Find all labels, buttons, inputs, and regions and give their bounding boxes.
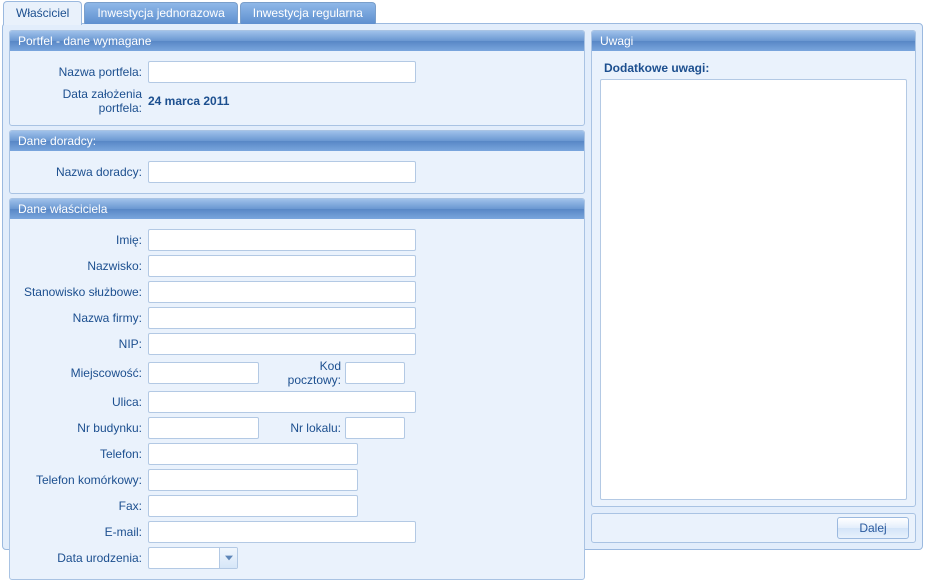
owner-apt-input[interactable]	[345, 417, 405, 439]
owner-phone-input[interactable]	[148, 443, 358, 465]
owner-birth-label: Data urodzenia:	[18, 551, 148, 565]
tab-strip: Właściciel Inwestycja jednorazowa Inwest…	[0, 0, 925, 24]
owner-position-label: Stanowisko służbowe:	[18, 285, 148, 299]
owner-mobile-input[interactable]	[148, 469, 358, 491]
owner-apt-label: Nr lokalu:	[259, 421, 345, 435]
owner-email-label: E-mail:	[18, 525, 148, 539]
fieldset-portfolio: Portfel - dane wymagane Nazwa portfela: …	[9, 30, 585, 126]
remarks-textarea[interactable]	[600, 79, 907, 500]
owner-company-input[interactable]	[148, 307, 416, 329]
tab-single-investment[interactable]: Inwestycja jednorazowa	[84, 2, 237, 24]
app-root: Właściciel Inwestycja jednorazowa Inwest…	[0, 0, 925, 552]
fieldset-header-portfolio: Portfel - dane wymagane	[10, 31, 584, 51]
owner-nip-label: NIP:	[18, 337, 148, 351]
owner-birth-trigger[interactable]	[219, 548, 237, 568]
bottom-toolbar: Dalej	[591, 513, 916, 543]
right-column: Uwagi Dodatkowe uwagi: Dalej	[591, 30, 916, 543]
tab-panel-owner: Portfel - dane wymagane Nazwa portfela: …	[2, 23, 923, 550]
left-column: Portfel - dane wymagane Nazwa portfela: …	[9, 30, 585, 543]
portfolio-date-label: Data założenia portfela:	[18, 87, 148, 115]
owner-email-input[interactable]	[148, 521, 416, 543]
remarks-label: Dodatkowe uwagi:	[600, 57, 907, 79]
fieldset-remarks: Uwagi Dodatkowe uwagi:	[591, 30, 916, 507]
owner-postal-input[interactable]	[345, 362, 405, 384]
owner-last-name-input[interactable]	[148, 255, 416, 277]
advisor-name-input[interactable]	[148, 161, 416, 183]
portfolio-name-input[interactable]	[148, 61, 416, 83]
owner-city-label: Miejscowość:	[18, 366, 148, 380]
owner-phone-label: Telefon:	[18, 447, 148, 461]
fieldset-owner: Dane właściciela Imię: Nazwisko: Stanowi…	[9, 198, 585, 580]
owner-mobile-label: Telefon komórkowy:	[18, 473, 148, 487]
owner-birth-combo[interactable]	[148, 547, 238, 569]
fieldset-header-owner: Dane właściciela	[10, 199, 584, 219]
tab-owner[interactable]: Właściciel	[3, 1, 82, 25]
owner-building-label: Nr budynku:	[18, 421, 148, 435]
portfolio-date-value: 24 marca 2011	[148, 94, 229, 108]
owner-postal-label: Kod pocztowy:	[259, 359, 345, 387]
owner-nip-input[interactable]	[148, 333, 416, 355]
next-button[interactable]: Dalej	[837, 517, 909, 539]
portfolio-name-label: Nazwa portfela:	[18, 65, 148, 79]
owner-building-input[interactable]	[148, 417, 259, 439]
owner-city-input[interactable]	[148, 362, 259, 384]
owner-street-input[interactable]	[148, 391, 416, 413]
owner-last-name-label: Nazwisko:	[18, 259, 148, 273]
owner-street-label: Ulica:	[18, 395, 148, 409]
owner-first-name-label: Imię:	[18, 233, 148, 247]
fieldset-header-advisor: Dane doradcy:	[10, 131, 584, 151]
owner-fax-label: Fax:	[18, 499, 148, 513]
owner-company-label: Nazwa firmy:	[18, 311, 148, 325]
fieldset-advisor: Dane doradcy: Nazwa doradcy:	[9, 130, 585, 194]
owner-position-input[interactable]	[148, 281, 416, 303]
tab-regular-investment[interactable]: Inwestycja regularna	[240, 2, 376, 24]
owner-birth-value[interactable]	[149, 548, 219, 568]
fieldset-header-remarks: Uwagi	[592, 31, 915, 51]
advisor-name-label: Nazwa doradcy:	[18, 165, 148, 179]
owner-fax-input[interactable]	[148, 495, 358, 517]
chevron-down-icon	[225, 555, 233, 561]
owner-first-name-input[interactable]	[148, 229, 416, 251]
